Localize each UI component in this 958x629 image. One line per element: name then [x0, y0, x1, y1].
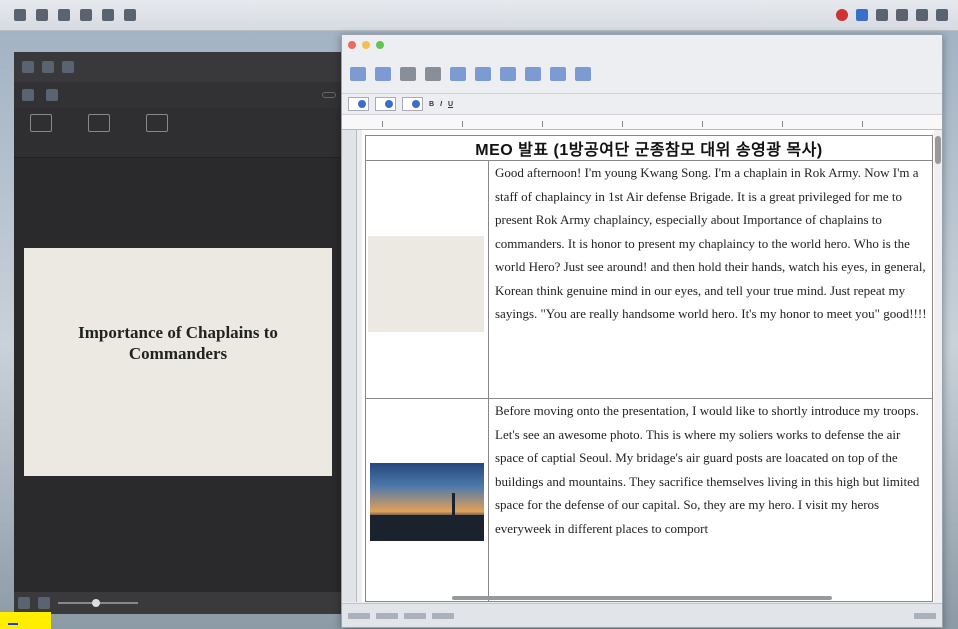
zoom-button[interactable] [376, 41, 384, 49]
tab-icon[interactable] [22, 89, 34, 101]
status-item [376, 612, 398, 619]
status-item [404, 612, 426, 619]
ribbon-item[interactable] [138, 114, 176, 151]
menu-items [0, 9, 136, 21]
zoom-control[interactable] [914, 612, 936, 619]
share-button[interactable] [322, 92, 336, 98]
status-item [348, 612, 370, 619]
underline-icon[interactable]: U [448, 101, 453, 108]
ruler-tick [862, 121, 863, 127]
menu-icon[interactable] [14, 9, 26, 21]
menu-icon[interactable] [102, 9, 114, 21]
ruler-tick [622, 121, 623, 127]
record-icon[interactable] [836, 9, 848, 21]
vertical-ruler[interactable] [342, 130, 357, 602]
print-icon[interactable] [425, 67, 441, 81]
undo-icon[interactable] [450, 67, 466, 81]
horizontal-scrollbar[interactable] [452, 596, 832, 600]
city-photo [370, 463, 484, 541]
picture-icon[interactable] [575, 67, 591, 81]
shape-icon[interactable] [550, 67, 566, 81]
minimize-button[interactable] [362, 41, 370, 49]
slide-thumbnail-cell[interactable] [365, 160, 489, 399]
open-icon[interactable] [375, 67, 391, 81]
word-processor-window: B I U MEO 발표 (1방공여단 군종참모 대위 송영광 목사) Good… [341, 34, 943, 628]
font-select[interactable] [375, 97, 396, 111]
ribbon-item[interactable] [22, 114, 60, 151]
ppt-tabs [14, 82, 344, 108]
photo-cell[interactable] [365, 398, 489, 602]
display-icon[interactable] [876, 9, 888, 21]
document-page[interactable]: MEO 발표 (1방공여단 군종참모 대위 송영광 목사) Good after… [362, 130, 934, 602]
view-icon[interactable] [38, 597, 50, 609]
back-icon[interactable] [22, 61, 34, 73]
menu-icon[interactable] [124, 9, 136, 21]
ruler-tick [382, 121, 383, 127]
paragraph-cell[interactable]: Good afternoon! I'm young Kwang Song. I'… [488, 160, 933, 399]
desktop: Importance of Chaplains to Commanders B … [0, 0, 958, 629]
menu-icon[interactable] [58, 9, 70, 21]
bold-icon[interactable]: B [429, 101, 434, 108]
font-size-select[interactable] [402, 97, 423, 111]
battery-icon[interactable] [896, 9, 908, 21]
horizontal-ruler[interactable] [342, 115, 942, 130]
ppt-status-bar [14, 592, 344, 614]
zoom-slider[interactable] [58, 599, 138, 607]
document-icon [62, 61, 74, 73]
transition-icon [88, 114, 110, 132]
chart-icon[interactable] [525, 67, 541, 81]
status-icons [836, 9, 958, 21]
paragraph-cell[interactable]: Before moving onto the presentation, I w… [488, 398, 933, 602]
hwp-toolbar [342, 55, 942, 94]
menu-bar [0, 0, 958, 31]
ruler-tick [782, 121, 783, 127]
ruler-tick [462, 121, 463, 127]
city-silhouette [370, 515, 484, 541]
italic-icon[interactable]: I [440, 101, 442, 108]
save-icon[interactable] [400, 67, 416, 81]
ruler-tick [542, 121, 543, 127]
status-item [432, 612, 454, 619]
tab-icon[interactable] [46, 89, 58, 101]
highlight-marker [0, 612, 51, 629]
presentation-window: Importance of Chaplains to Commanders [14, 52, 344, 614]
view-icon[interactable] [18, 597, 30, 609]
menu-icon[interactable] [80, 9, 92, 21]
transition-icon [146, 114, 168, 132]
ppt-title-bar [14, 52, 344, 82]
search-icon[interactable] [936, 9, 948, 21]
hwp-title-bar [342, 35, 942, 55]
cloud-icon[interactable] [856, 9, 868, 21]
scrollbar-thumb[interactable] [935, 136, 941, 164]
slide-canvas[interactable]: Importance of Chaplains to Commanders [24, 248, 332, 476]
document-table: MEO 발표 (1방공여단 군종참모 대위 송영광 목사) Good after… [365, 135, 933, 602]
wifi-icon[interactable] [916, 9, 928, 21]
table-row: Good afternoon! I'm young Kwang Song. I'… [365, 160, 933, 399]
slide-thumbnail [368, 236, 484, 332]
new-doc-icon[interactable] [350, 67, 366, 81]
style-select[interactable] [348, 97, 369, 111]
cursor-line [8, 623, 18, 625]
ribbon-item[interactable] [80, 114, 118, 151]
transition-icon [30, 114, 52, 132]
hwp-status-bar [342, 596, 942, 627]
document-title[interactable]: MEO 발표 (1방공여단 군종참모 대위 송영광 목사) [365, 135, 933, 161]
vertical-scrollbar[interactable] [934, 130, 942, 602]
format-bar: B I U [342, 94, 942, 115]
close-button[interactable] [348, 41, 356, 49]
slide-title: Importance of Chaplains to Commanders [78, 323, 278, 363]
ruler-tick [702, 121, 703, 127]
redo-icon[interactable] [475, 67, 491, 81]
table-icon[interactable] [500, 67, 516, 81]
ppt-ribbon [14, 108, 344, 158]
forward-icon[interactable] [42, 61, 54, 73]
table-row: MEO 발표 (1방공여단 군종참모 대위 송영광 목사) [365, 135, 933, 161]
menu-icon[interactable] [36, 9, 48, 21]
table-row: Before moving onto the presentation, I w… [365, 398, 933, 602]
